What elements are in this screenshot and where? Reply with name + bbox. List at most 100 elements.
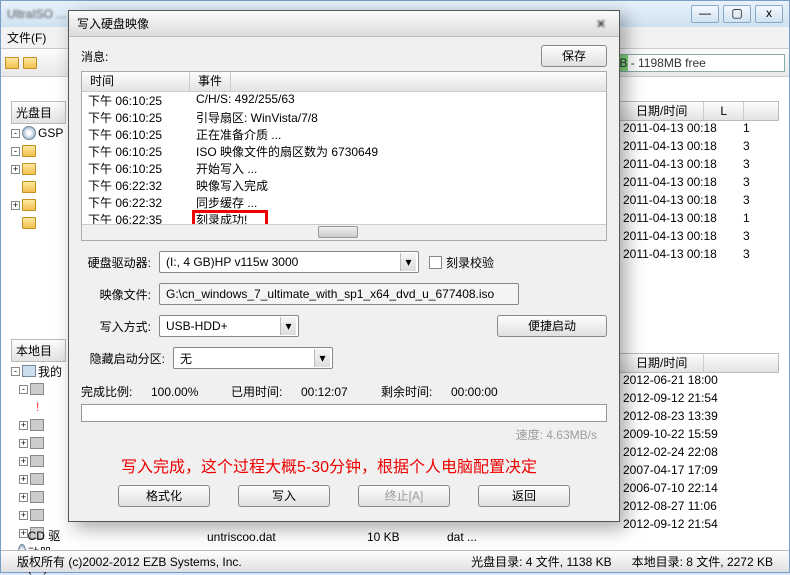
log-row[interactable]: 下午 06:10:25正在准备介质 ... xyxy=(82,126,606,143)
list-row[interactable]: 2011-04-13 00:183 xyxy=(619,157,779,175)
dialog-titlebar[interactable]: 写入硬盘映像 ✕ xyxy=(69,11,619,37)
tree-item[interactable]: + xyxy=(11,434,66,452)
menu-file[interactable]: 文件(F) xyxy=(7,31,46,45)
list-row[interactable]: 2012-02-24 22:08 xyxy=(619,445,779,463)
save-button[interactable]: 保存 xyxy=(541,45,607,67)
list-row[interactable]: 2011-04-13 00:183 xyxy=(619,247,779,265)
open-icon[interactable] xyxy=(23,57,37,69)
write-mode-combo[interactable]: USB-HDD+▾ xyxy=(159,315,299,337)
drive-icon xyxy=(30,491,44,503)
tree-item[interactable]: - xyxy=(11,142,66,160)
status-local: 本地目录: 8 文件, 2272 KB xyxy=(622,553,783,570)
scrollbar-thumb[interactable] xyxy=(318,226,358,238)
list-row[interactable]: 2012-08-27 11:06 xyxy=(619,499,779,517)
format-button[interactable]: 格式化 xyxy=(118,485,210,507)
log-row[interactable]: 下午 06:10:25ISO 映像文件的扇区数为 6730649 xyxy=(82,143,606,160)
list-header[interactable]: 日期/时间 xyxy=(619,353,779,373)
tree-item[interactable]: + xyxy=(11,196,66,214)
upper-tree: 光盘目 -GSP - + + xyxy=(11,101,66,232)
minimize-button[interactable]: — xyxy=(691,5,719,23)
chevron-down-icon[interactable]: ▾ xyxy=(314,349,330,367)
chevron-down-icon[interactable]: ▾ xyxy=(400,253,416,271)
drive-icon xyxy=(30,419,44,431)
tree-item[interactable] xyxy=(11,178,66,196)
folder-icon xyxy=(22,217,36,229)
col-time[interactable]: 时间 xyxy=(82,72,190,91)
list-row[interactable]: 2011-04-13 00:181 xyxy=(619,211,779,229)
return-button[interactable]: 返回 xyxy=(478,485,570,507)
hidden-partition-combo[interactable]: 无▾ xyxy=(173,347,333,369)
col-date[interactable]: 日期/时间 xyxy=(620,102,704,120)
tree-item[interactable]: + xyxy=(11,488,66,506)
hidden-partition-label: 隐藏启动分区: xyxy=(81,350,173,367)
list-header[interactable]: 日期/时间 L xyxy=(619,101,779,121)
maximize-button[interactable]: ▢ xyxy=(723,5,751,23)
cd-icon xyxy=(22,126,36,140)
tree-item[interactable]: -我的 xyxy=(11,362,66,380)
tree-item[interactable]: + xyxy=(11,160,66,178)
list-row[interactable]: 2011-04-13 00:183 xyxy=(619,175,779,193)
message-label: 消息: xyxy=(81,48,541,65)
col-date[interactable]: 日期/时间 xyxy=(620,354,704,372)
tree-item[interactable] xyxy=(11,214,66,232)
close-button[interactable]: x xyxy=(755,5,783,23)
drive-icon xyxy=(30,509,44,521)
drive-icon xyxy=(30,455,44,467)
computer-icon xyxy=(22,365,36,377)
list-row[interactable]: 2007-04-17 17:09 xyxy=(619,463,779,481)
speed-label: 速度: xyxy=(516,428,543,442)
tree-item[interactable]: + xyxy=(11,506,66,524)
remain-label: 剩余时间: xyxy=(381,383,451,400)
progress-label: 完成比例: xyxy=(81,383,151,400)
log-row[interactable]: 下午 06:10:25引导扇区: WinVista/7/8 xyxy=(82,109,606,126)
log-row[interactable]: 下午 06:10:25开始写入 ... xyxy=(82,160,606,177)
log-row[interactable]: 下午 06:22:32映像写入完成 xyxy=(82,177,606,194)
folder-icon xyxy=(22,199,36,211)
log-scrollbar[interactable] xyxy=(82,224,606,240)
progress-value: 100.00% xyxy=(151,385,231,399)
log-header[interactable]: 时间 事件 xyxy=(82,72,606,92)
tree-item[interactable]: + xyxy=(11,416,66,434)
list-row[interactable]: 2012-08-23 13:39 xyxy=(619,409,779,427)
speed-value: 4.63MB/s xyxy=(546,428,597,442)
folder-icon xyxy=(22,163,36,175)
list-row[interactable]: 2006-07-10 22:14 xyxy=(619,481,779,499)
status-copyright: 版权所有 (c)2002-2012 EZB Systems, Inc. xyxy=(7,553,252,570)
list-row[interactable]: 2009-10-22 15:59 xyxy=(619,427,779,445)
list-row[interactable]: 2011-04-13 00:183 xyxy=(619,229,779,247)
folder-icon xyxy=(22,181,36,193)
write-button[interactable]: 写入 xyxy=(238,485,330,507)
tree-item[interactable]: ! xyxy=(11,398,66,416)
status-disc: 光盘目录: 4 文件, 1138 KB xyxy=(461,553,622,570)
new-icon[interactable] xyxy=(5,57,19,69)
log-list[interactable]: 时间 事件 下午 06:10:25C/H/S: 492/255/63下午 06:… xyxy=(81,71,607,241)
dialog-close-icon[interactable]: ✕ xyxy=(591,11,611,36)
list-row[interactable]: 2011-04-13 00:183 xyxy=(619,139,779,157)
list-row[interactable]: 2012-06-21 18:00 xyxy=(619,373,779,391)
tree-item[interactable]: - xyxy=(11,380,66,398)
log-row[interactable]: 下午 06:10:25C/H/S: 492/255/63 xyxy=(82,92,606,109)
drive-icon xyxy=(30,473,44,485)
tree-item[interactable]: + xyxy=(11,470,66,488)
drive-label: 硬盘驱动器: xyxy=(81,254,159,271)
tree-item[interactable]: -GSP xyxy=(11,124,66,142)
list-row[interactable]: 2011-04-13 00:183 xyxy=(619,193,779,211)
annotation-text: 写入完成，这个过程大概5-30分钟，根据个人电脑配置决定 xyxy=(121,453,607,477)
lower-tree: 本地目 -我的 - ! + + + + + + + CD 驱动器(H:) xyxy=(11,339,66,560)
image-file-label: 映像文件: xyxy=(81,286,159,303)
col-event[interactable]: 事件 xyxy=(190,72,231,91)
elapsed-value: 00:12:07 xyxy=(301,385,381,399)
log-row[interactable]: 下午 06:22:32同步缓存 ... xyxy=(82,194,606,211)
drive-combo[interactable]: (I:, 4 GB)HP v115w 3000▾ xyxy=(159,251,419,273)
upper-tree-header: 光盘目 xyxy=(11,101,66,124)
remain-value: 00:00:00 xyxy=(451,385,498,399)
folder-icon xyxy=(22,145,36,157)
quick-boot-button[interactable]: 便捷启动 xyxy=(497,315,607,337)
status-bar: 版权所有 (c)2002-2012 EZB Systems, Inc. 光盘目录… xyxy=(1,550,789,572)
chevron-down-icon[interactable]: ▾ xyxy=(280,317,296,335)
list-row[interactable]: 2011-04-13 00:181 xyxy=(619,121,779,139)
tree-item[interactable]: + xyxy=(11,452,66,470)
col-l[interactable]: L xyxy=(704,102,744,120)
list-row[interactable]: 2012-09-12 21:54 xyxy=(619,391,779,409)
verify-checkbox[interactable] xyxy=(429,256,442,269)
